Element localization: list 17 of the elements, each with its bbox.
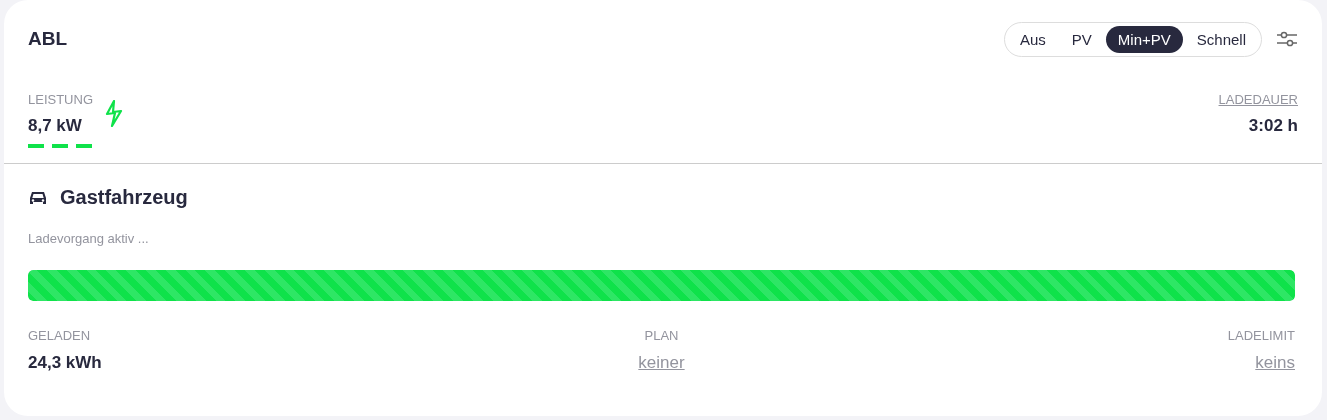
stat-label: LADELIMIT (1227, 328, 1295, 343)
charging-status: Ladevorgang aktiv ... (28, 231, 150, 246)
mode-tab[interactable]: PV (1059, 25, 1104, 53)
settings-icon[interactable] (1276, 30, 1298, 48)
stat-value: 24,3 kWh (28, 353, 102, 373)
stat-label: GELADEN (28, 328, 91, 343)
power-label: LEISTUNG (28, 92, 93, 107)
charger-title: ABL (28, 28, 68, 50)
vehicle-name: Gastfahrzeug (60, 186, 188, 209)
mode-tab[interactable]: Aus (1007, 25, 1058, 53)
mode-tab[interactable]: Schnell (1184, 25, 1258, 53)
mode-tab[interactable]: Min+PV (1105, 25, 1183, 53)
duration-value: 3:02 h (1248, 116, 1298, 136)
car-icon (28, 189, 48, 206)
power-indicator-icon (28, 144, 92, 148)
power-value: 8,7 kW (28, 116, 83, 136)
stat-label: PLAN (644, 328, 679, 343)
